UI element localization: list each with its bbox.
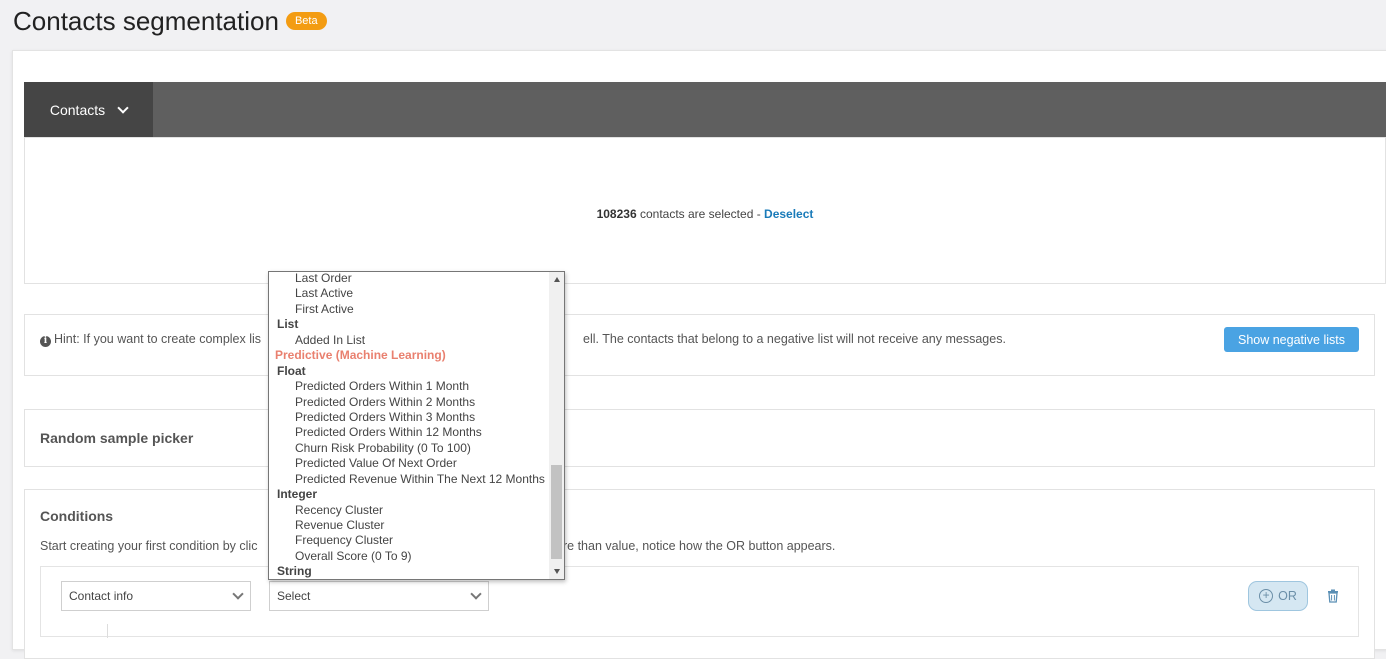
dropdown-option[interactable]: Revenue Cluster bbox=[269, 518, 550, 533]
hint-text-right: ell. The contacts that belong to a negat… bbox=[583, 332, 1006, 346]
row-divider bbox=[107, 624, 108, 638]
dropdown-option[interactable]: Overall Score (0 To 9) bbox=[269, 549, 550, 564]
operator-select-value: Select bbox=[277, 589, 311, 603]
operator-dropdown-list[interactable]: Last Order Last Active First Active List Add… bbox=[268, 271, 565, 580]
dropdown-option[interactable]: Predicted Value Of Next Order bbox=[269, 456, 550, 471]
conditions-section: Conditions Start creating your first con… bbox=[24, 489, 1375, 659]
selection-text: 108236 contacts are selected - Deselect bbox=[25, 207, 1385, 221]
selection-summary: 108236 contacts are selected - Deselect bbox=[24, 137, 1386, 284]
condition-row: Contact info Select + OR bbox=[40, 566, 1359, 638]
scroll-up-icon[interactable] bbox=[554, 277, 560, 282]
info-icon: i bbox=[40, 336, 51, 347]
dropdown-group-label: Predictive (Machine Learning) bbox=[275, 348, 446, 363]
dropdown-options: Last Order Last Active First Active List Add… bbox=[269, 272, 550, 579]
dropdown-option[interactable]: Predicted Orders Within 2 Months bbox=[269, 395, 550, 410]
dropdown-option[interactable]: Last Order bbox=[269, 272, 550, 286]
tab-contacts[interactable]: Contacts bbox=[24, 82, 153, 137]
hint-box: i Hint: If you want to create complex lis… bbox=[24, 314, 1375, 376]
hint-text: i Hint: If you want to create complex lis bbox=[40, 332, 261, 347]
dropdown-option[interactable]: Added In List bbox=[269, 333, 550, 348]
scroll-down-icon[interactable] bbox=[554, 569, 560, 574]
conditions-title: Conditions bbox=[40, 508, 114, 524]
beta-badge: Beta bbox=[285, 12, 327, 30]
trash-icon[interactable] bbox=[1326, 589, 1340, 603]
segmentation-panel: Contacts 108236 contacts are selected - … bbox=[12, 50, 1386, 659]
field-select-value: Contact info bbox=[69, 589, 134, 603]
dropdown-option[interactable]: Frequency Cluster bbox=[269, 533, 550, 548]
dropdown-option[interactable]: Predicted Orders Within 1 Month bbox=[269, 379, 550, 394]
operator-select[interactable]: Select bbox=[269, 581, 489, 611]
show-negative-lists-button[interactable]: Show negative lists bbox=[1224, 327, 1359, 352]
selected-count: 108236 bbox=[596, 207, 637, 221]
conditions-description-left: Start creating your first condition by c… bbox=[40, 539, 258, 553]
scroll-thumb[interactable] bbox=[551, 465, 562, 559]
random-sample-section[interactable]: Random sample picker bbox=[24, 409, 1375, 467]
or-button-label: OR bbox=[1278, 589, 1297, 603]
tab-contacts-label: Contacts bbox=[49, 101, 106, 118]
page-title: Contacts segmentation bbox=[13, 6, 279, 36]
dropdown-option[interactable]: Last Active bbox=[269, 286, 550, 301]
dropdown-option[interactable]: Predicted Orders Within 3 Months bbox=[269, 410, 550, 425]
hint-text-left: Hint: If you want to create complex lis bbox=[54, 332, 262, 346]
chevron-down-icon bbox=[232, 588, 244, 600]
chevron-down-icon bbox=[470, 588, 482, 600]
field-select[interactable]: Contact info bbox=[61, 581, 251, 611]
plus-circle-icon: + bbox=[1259, 589, 1274, 603]
conditions-description-right: re than value, notice how the OR button … bbox=[563, 539, 836, 553]
dropdown-group-label: List bbox=[277, 317, 299, 332]
dropdown-group-label: String bbox=[277, 564, 312, 579]
or-button[interactable]: + OR bbox=[1248, 581, 1308, 611]
dropdown-option[interactable]: First Active bbox=[269, 302, 550, 317]
dropdown-group-label: Integer bbox=[277, 487, 318, 502]
dropdown-option[interactable]: Predicted Orders Within 12 Months bbox=[269, 425, 550, 440]
dropdown-option[interactable]: Churn Risk Probability (0 To 100) bbox=[269, 441, 550, 456]
dropdown-option[interactable]: Predicted Revenue Within The Next 12 Mon… bbox=[269, 472, 550, 487]
tab-bar: Contacts bbox=[24, 82, 1386, 137]
deselect-link[interactable]: Deselect bbox=[764, 207, 813, 221]
dropdown-scrollbar[interactable] bbox=[549, 272, 564, 579]
chevron-down-icon bbox=[117, 101, 129, 114]
dropdown-group-label: Float bbox=[277, 363, 306, 378]
selected-label: contacts are selected - bbox=[639, 207, 765, 221]
page-header: Contacts segmentation Beta bbox=[13, 5, 327, 37]
random-sample-title: Random sample picker bbox=[40, 430, 194, 446]
dropdown-option[interactable]: Recency Cluster bbox=[269, 503, 550, 518]
